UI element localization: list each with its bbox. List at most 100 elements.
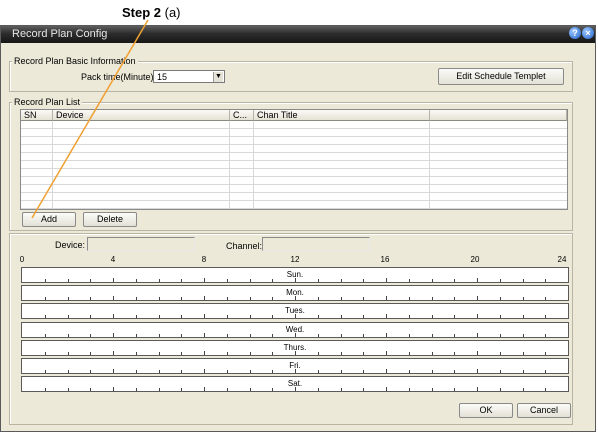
hour-tick-24: 24: [557, 255, 567, 264]
window-title: Record Plan Config: [12, 28, 108, 40]
hour-tick-mark: [249, 370, 251, 373]
table-row[interactable]: [21, 145, 567, 153]
hour-tick-mark: [340, 279, 342, 282]
table-row[interactable]: [21, 177, 567, 185]
channel-label: Channel:: [226, 241, 263, 251]
column-header-channel[interactable]: C...: [230, 110, 254, 121]
table-row[interactable]: [21, 153, 567, 161]
hour-tick-mark: [454, 352, 456, 355]
hour-tick-mark: [386, 278, 387, 282]
hour-tick-mark: [477, 278, 478, 282]
hour-tick-mark: [272, 334, 274, 337]
hour-tick-mark: [204, 314, 205, 318]
hour-tick-mark: [522, 315, 524, 318]
schedule-row-sun[interactable]: Sun.: [21, 267, 569, 283]
hour-tick-mark: [158, 315, 160, 318]
hour-tick-mark: [477, 314, 478, 318]
table-row[interactable]: [21, 201, 567, 209]
hour-tick-mark: [135, 334, 137, 337]
hour-tick-mark: [226, 315, 228, 318]
cancel-button[interactable]: Cancel: [517, 403, 571, 418]
hour-tick-mark: [113, 278, 114, 282]
hour-tick-mark: [363, 297, 365, 300]
hour-tick-mark: [135, 388, 137, 391]
hour-tick-mark: [431, 388, 433, 391]
hour-tick-mark: [431, 334, 433, 337]
record-plan-list-legend: Record Plan List: [12, 97, 83, 107]
column-header-device[interactable]: Device: [53, 110, 230, 121]
column-header-sn[interactable]: SN: [21, 110, 53, 121]
title-bar[interactable]: Record Plan Config ? ×: [1, 26, 595, 43]
schedule-row-sat[interactable]: Sat.: [21, 376, 569, 392]
hour-tick-12: 12: [290, 255, 300, 264]
pack-time-select[interactable]: 15 ▼: [153, 70, 225, 83]
ok-button[interactable]: OK: [459, 403, 513, 418]
hour-tick-mark: [90, 352, 92, 355]
table-row[interactable]: [21, 185, 567, 193]
edit-schedule-templet-button[interactable]: Edit Schedule Templet: [438, 68, 564, 85]
hour-tick-mark: [454, 279, 456, 282]
hour-tick-mark: [226, 370, 228, 373]
hour-tick-mark: [499, 297, 501, 300]
hour-tick-mark: [67, 279, 69, 282]
hour-tick-mark: [249, 315, 251, 318]
hour-tick-mark: [477, 387, 478, 391]
hour-tick-mark: [249, 388, 251, 391]
hour-tick-mark: [545, 352, 547, 355]
schedule-row-tues[interactable]: Tues.: [21, 303, 569, 319]
schedule-row-thurs[interactable]: Thurs.: [21, 340, 569, 356]
hour-tick-mark: [181, 297, 183, 300]
table-row[interactable]: [21, 121, 567, 129]
hour-tick-mark: [386, 369, 387, 373]
hour-tick-mark: [272, 370, 274, 373]
hour-tick-mark: [295, 369, 296, 373]
hour-tick-mark: [204, 333, 205, 337]
hour-tick-mark: [181, 370, 183, 373]
hour-tick-mark: [545, 315, 547, 318]
hour-tick-mark: [499, 279, 501, 282]
hour-tick-mark: [158, 279, 160, 282]
hour-tick-mark: [204, 278, 205, 282]
hour-tick-mark: [249, 297, 251, 300]
hour-tick-mark: [522, 370, 524, 373]
hour-tick-mark: [44, 388, 46, 391]
chevron-down-icon[interactable]: ▼: [213, 72, 223, 82]
hour-tick-mark: [113, 387, 114, 391]
hour-tick-mark: [454, 334, 456, 337]
table-row[interactable]: [21, 169, 567, 177]
close-icon[interactable]: ×: [582, 27, 594, 39]
record-plan-table[interactable]: SN Device C... Chan Title: [20, 109, 568, 210]
hour-tick-mark: [545, 370, 547, 373]
hour-tick-mark: [44, 352, 46, 355]
hour-tick-mark: [499, 315, 501, 318]
schedule-row-mon[interactable]: Mon.: [21, 285, 569, 301]
help-icon[interactable]: ?: [569, 27, 581, 39]
delete-button[interactable]: Delete: [83, 212, 137, 227]
basic-info-legend: Record Plan Basic Information: [12, 56, 138, 66]
hour-tick-mark: [135, 279, 137, 282]
hour-tick-mark: [340, 388, 342, 391]
table-row[interactable]: [21, 129, 567, 137]
hour-tick-mark: [158, 370, 160, 373]
device-field: [87, 237, 195, 251]
channel-field: [262, 237, 370, 251]
hour-tick-mark: [90, 388, 92, 391]
hour-tick-mark: [67, 352, 69, 355]
hour-tick-mark: [44, 334, 46, 337]
schedule-row-fri[interactable]: Fri.: [21, 358, 569, 374]
column-header-chan-title[interactable]: Chan Title: [254, 110, 430, 121]
hour-tick-mark: [363, 352, 365, 355]
table-row[interactable]: [21, 193, 567, 201]
schedule-row-wed[interactable]: Wed.: [21, 322, 569, 338]
hour-tick-mark: [67, 297, 69, 300]
hour-tick-mark: [454, 370, 456, 373]
hour-tick-mark: [272, 388, 274, 391]
hour-tick-mark: [181, 352, 183, 355]
hour-tick-mark: [67, 388, 69, 391]
hour-tick-mark: [499, 370, 501, 373]
hour-tick-mark: [386, 387, 387, 391]
table-row[interactable]: [21, 137, 567, 145]
add-button[interactable]: Add: [22, 212, 76, 227]
table-row[interactable]: [21, 161, 567, 169]
column-header-extra[interactable]: [430, 110, 567, 121]
